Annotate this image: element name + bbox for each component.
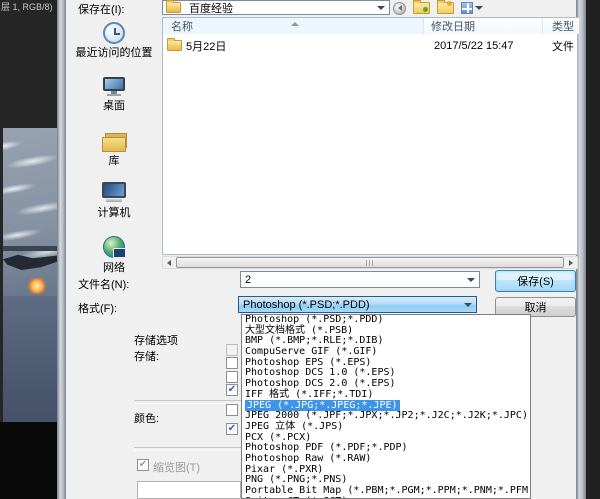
column-header-name[interactable]: 名称 — [163, 18, 424, 34]
aircraft-wing — [3, 246, 57, 251]
dialog-toolbar — [393, 1, 483, 15]
file-name-label: 文件名(N): — [78, 276, 129, 292]
location-value: 百度经验 — [185, 0, 377, 16]
format-combobox[interactable]: Photoshop (*.PSD;*.PDD) — [238, 296, 477, 313]
sidebar-item-label: 最近访问的位置 — [66, 44, 162, 60]
save-option-checkbox[interactable] — [226, 423, 238, 435]
divider — [134, 447, 241, 451]
save-as-dialog: 保存在(I): 百度经验 最近访问的位置 桌面 库 — [66, 0, 576, 499]
document-title-fragment: 层 1, RGB/8) — [1, 0, 57, 13]
column-header-date[interactable]: 修改日期 — [424, 18, 543, 34]
file-type: 文件 — [543, 38, 577, 54]
file-list: 名称 修改日期 类型 5月22日 2017/5/22 15:47 文件 — [162, 17, 578, 255]
format-option[interactable]: JPEG 立体 (*.JPS) — [242, 422, 530, 433]
new-folder-icon[interactable] — [437, 2, 454, 14]
thumbnail-checkbox[interactable] — [137, 459, 149, 471]
file-name: 5月22日 — [186, 38, 226, 54]
thumbnail-label: 缩览图(T) — [153, 459, 200, 475]
format-value: Photoshop (*.PSD;*.PDD) — [239, 299, 464, 311]
format-label: 格式(F): — [78, 300, 117, 316]
screen: 层 1, RGB/8) 保存在(I): 百度经验 — [0, 0, 600, 499]
photoshop-workspace-right — [586, 0, 600, 499]
location-combobox[interactable]: 百度经验 — [162, 0, 390, 15]
photoshop-workspace-left: 层 1, RGB/8) — [0, 0, 57, 499]
airplane-photo — [3, 128, 57, 422]
folder-icon — [166, 2, 181, 13]
libraries-icon — [101, 132, 127, 152]
view-menu-button[interactable] — [461, 2, 483, 14]
sidebar-item-libraries[interactable]: 库 — [66, 132, 162, 168]
sidebar-item-label: 库 — [66, 152, 162, 168]
color-label: 颜色: — [134, 410, 159, 426]
divider — [134, 400, 241, 404]
recent-places-icon — [103, 22, 125, 44]
sidebar-item-computer[interactable]: 计算机 — [66, 182, 162, 220]
save-button[interactable]: 保存(S) — [495, 270, 576, 292]
scrollbar-thumb[interactable] — [176, 257, 564, 268]
computer-icon — [101, 182, 127, 204]
file-date: 2017/5/22 15:47 — [424, 40, 543, 52]
back-icon[interactable] — [393, 2, 406, 15]
flare-glow — [27, 278, 47, 294]
sidebar-item-recent-places[interactable]: 最近访问的位置 — [66, 22, 162, 60]
folder-icon — [167, 40, 182, 51]
last-folder-icon[interactable] — [413, 2, 430, 14]
save-option-checkbox[interactable] — [226, 384, 238, 396]
sidebar-item-label: 桌面 — [66, 97, 162, 113]
save-option-checkbox[interactable] — [226, 344, 238, 356]
sidebar-item-desktop[interactable]: 桌面 — [66, 77, 162, 113]
save-option-checkbox[interactable] — [226, 404, 238, 416]
save-options-heading: 存储选项 — [134, 332, 178, 348]
chevron-down-icon — [467, 278, 475, 282]
format-option[interactable]: IFF 格式 (*.IFF;*.TDI) — [242, 390, 530, 401]
format-dropdown-list: Photoshop (*.PSD;*.PDD)大型文档格式 (*.PSB)BMP… — [241, 314, 531, 499]
dialog-left-border — [57, 0, 66, 499]
view-grid-icon — [461, 2, 473, 14]
scroll-right-icon[interactable] — [565, 257, 577, 268]
scroll-left-icon[interactable] — [163, 257, 175, 268]
file-name-input[interactable]: 2 — [240, 271, 480, 288]
chevron-down-icon — [464, 303, 472, 307]
table-row[interactable]: 5月22日 2017/5/22 15:47 文件 — [163, 38, 577, 53]
desktop-icon — [102, 77, 126, 97]
chevron-down-icon — [475, 6, 483, 10]
sort-ascending-icon — [291, 22, 299, 26]
save-option-checkbox[interactable] — [226, 371, 238, 383]
network-icon — [102, 235, 126, 259]
sidebar-item-label: 网络 — [66, 259, 162, 275]
chevron-down-icon — [377, 6, 385, 10]
contrail-smoke — [3, 128, 57, 279]
column-header-type[interactable]: 类型 — [543, 18, 579, 34]
scrollbar-grip — [366, 260, 374, 266]
horizontal-scrollbar[interactable] — [162, 256, 578, 269]
save-label: 存储: — [134, 348, 159, 364]
sidebar-item-network[interactable]: 网络 — [66, 235, 162, 275]
save-in-label: 保存在(I): — [78, 1, 124, 17]
sidebar-item-label: 计算机 — [66, 204, 162, 220]
file-name-value: 2 — [241, 274, 467, 286]
preview-box — [137, 481, 241, 499]
save-option-checkbox[interactable] — [226, 357, 238, 369]
sea-background — [3, 296, 57, 422]
workspace-dark-area — [0, 422, 57, 499]
